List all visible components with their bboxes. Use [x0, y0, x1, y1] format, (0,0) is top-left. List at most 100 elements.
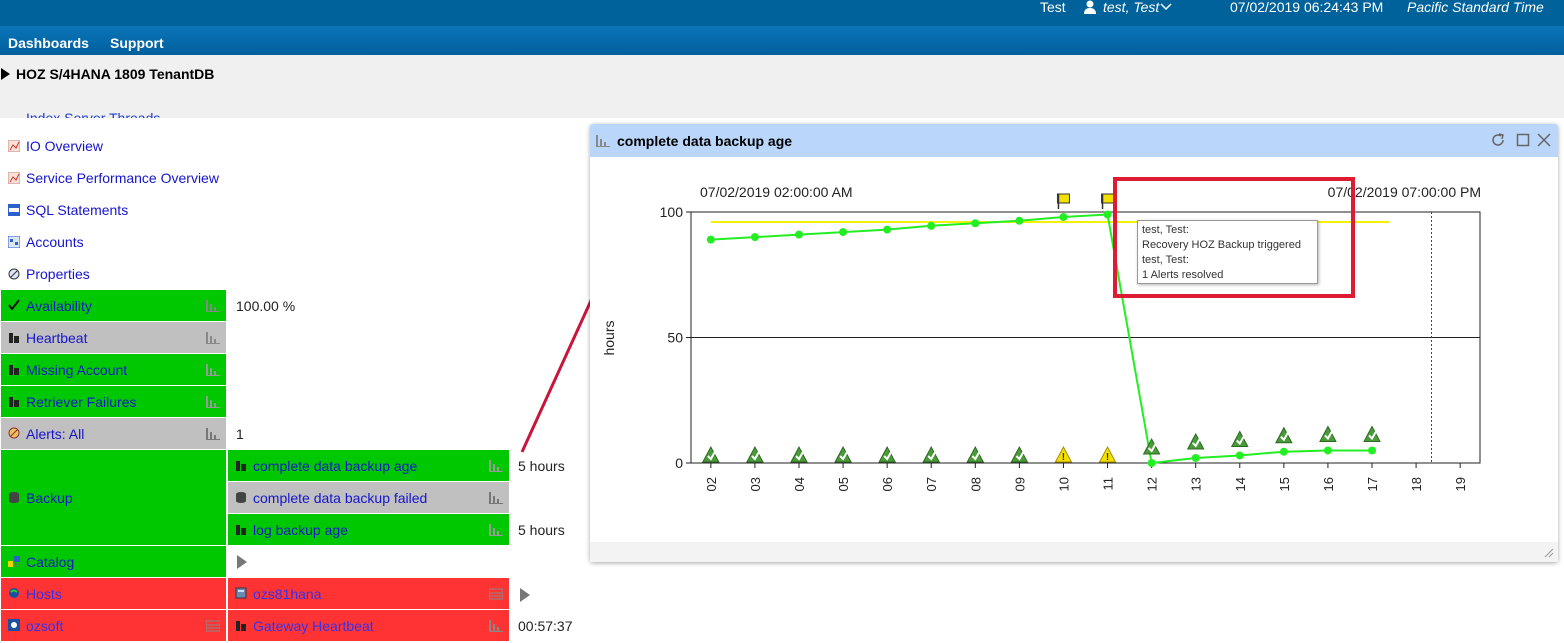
table-icon[interactable]	[206, 620, 220, 632]
x-tick-label: 18	[1409, 477, 1424, 491]
data-point	[971, 219, 980, 228]
x-tick-label: 04	[792, 477, 807, 491]
bar-chart-icon[interactable]	[206, 332, 220, 344]
play-icon[interactable]	[237, 555, 247, 569]
missing-account-cell[interactable]: Missing Account	[1, 354, 226, 385]
cut-off-item[interactable]: Index Server Threads	[26, 108, 160, 118]
x-tick-label: 09	[1012, 477, 1027, 491]
panel-footer	[590, 542, 1558, 562]
refresh-icon[interactable]	[1490, 132, 1506, 148]
missing-account-label: Missing Account	[26, 362, 128, 378]
host-ozs81hana-label: ozs81hana	[253, 586, 322, 602]
table-icon[interactable]	[489, 588, 503, 600]
x-tick-label: 15	[1277, 477, 1292, 491]
close-icon[interactable]	[1536, 132, 1552, 148]
backup-failed-cell[interactable]: complete data backup failed	[228, 482, 509, 513]
bar-chart-icon[interactable]	[206, 396, 220, 408]
annotation-flag-icon	[1101, 193, 1115, 204]
bar-chart-icon[interactable]	[206, 300, 220, 312]
top-bar: Test test, Test 07/02/2019 06:24:43 PM P…	[0, 0, 1564, 26]
y-tick-label: 50	[667, 330, 683, 346]
building-icon	[9, 397, 19, 407]
sql-icon	[8, 204, 20, 216]
link-properties[interactable]: Properties	[26, 266, 90, 282]
log-backup-age-cell[interactable]: log backup age	[228, 514, 509, 545]
gateway-heartbeat-cell[interactable]: Gateway Heartbeat	[228, 610, 509, 641]
retriever-failures-cell[interactable]: Retriever Failures	[1, 386, 226, 417]
nav-bar: Dashboards Support	[0, 26, 1564, 55]
ozsoft-label: ozsoft	[26, 618, 64, 634]
data-point	[839, 228, 848, 237]
x-tick-label: 11	[1101, 477, 1116, 491]
bar-chart-icon[interactable]	[206, 364, 220, 376]
host-ozs81hana-cell[interactable]: ozs81hana	[228, 578, 509, 609]
y-axis-label: hours	[601, 320, 617, 355]
properties-icon	[8, 268, 20, 280]
data-point	[1103, 210, 1112, 219]
globe-icon	[9, 588, 19, 598]
chevron-down-icon[interactable]	[1160, 3, 1172, 11]
x-tick-label: 13	[1189, 477, 1204, 491]
chart-start-time: 07/02/2019 02:00:00 AM	[700, 184, 853, 200]
data-point	[1368, 446, 1377, 455]
backup-age-cell[interactable]: complete data backup age	[228, 450, 509, 481]
x-tick-label: 06	[880, 477, 895, 491]
x-tick-label: 02	[704, 477, 719, 491]
checkmark-icon	[8, 299, 20, 311]
availability-value: 100.00 %	[236, 298, 296, 314]
database-icon	[9, 492, 19, 503]
data-point	[706, 235, 715, 244]
link-sql-statements[interactable]: SQL Statements	[26, 202, 128, 218]
heartbeat-label: Heartbeat	[26, 330, 88, 346]
gateway-heartbeat-label: Gateway Heartbeat	[253, 618, 374, 634]
data-point	[750, 233, 759, 242]
alerts-cell[interactable]: Alerts: All	[1, 418, 226, 449]
x-tick-label: 17	[1365, 477, 1380, 491]
nav-support[interactable]: Support	[110, 35, 164, 51]
bar-chart-icon[interactable]	[489, 524, 503, 536]
backup-age-chart: 07/02/2019 02:00:00 AM 07/02/2019 07:00:…	[601, 184, 1481, 491]
x-tick-label: 08	[968, 477, 983, 491]
bar-chart-icon[interactable]	[489, 460, 503, 472]
x-tick-label: 19	[1453, 477, 1468, 491]
nav-dashboards[interactable]: Dashboards	[8, 35, 89, 51]
availability-cell[interactable]: Availability	[1, 290, 226, 321]
catalog-cell[interactable]: Catalog	[1, 546, 226, 577]
log-backup-age-value: 5 hours	[518, 522, 565, 538]
data-point	[1235, 451, 1244, 460]
data-point	[1323, 446, 1332, 455]
bar-chart-icon[interactable]	[489, 492, 503, 504]
x-tick-label: 12	[1145, 477, 1160, 491]
x-tick-label: 16	[1321, 477, 1336, 491]
x-tick-label: 14	[1233, 477, 1248, 491]
data-point	[1059, 213, 1068, 222]
y-tick-label: 100	[660, 204, 684, 220]
user-icon	[1084, 0, 1096, 14]
bar-chart-icon[interactable]	[206, 428, 220, 440]
log-backup-age-label: log backup age	[253, 522, 348, 538]
retriever-failures-label: Retriever Failures	[26, 394, 137, 410]
ozsoft-cell[interactable]: ozsoft	[1, 610, 226, 641]
x-tick-label: 05	[836, 477, 851, 491]
x-tick-label: 07	[924, 477, 939, 491]
link-service-performance-overview[interactable]: Service Performance Overview	[26, 170, 219, 186]
link-accounts[interactable]: Accounts	[26, 234, 84, 250]
tooltip-line: 1 Alerts resolved	[1142, 269, 1224, 281]
maximize-icon[interactable]	[1516, 133, 1530, 147]
chart-icon	[8, 172, 20, 184]
hosts-cell[interactable]: Hosts	[1, 578, 226, 609]
heartbeat-cell[interactable]: Heartbeat	[1, 322, 226, 353]
page-title: HOZ S/4HANA 1809 TenantDB	[16, 66, 215, 82]
accounts-icon	[8, 236, 20, 248]
chart-icon	[8, 140, 20, 152]
building-icon	[9, 333, 19, 343]
play-icon[interactable]	[520, 588, 530, 602]
datetime: 07/02/2019 06:24:43 PM	[1230, 0, 1384, 15]
backup-cell[interactable]: Backup	[1, 450, 226, 545]
building-icon	[9, 365, 19, 375]
link-io-overview[interactable]: IO Overview	[26, 138, 103, 154]
expand-triangle-icon[interactable]	[1, 68, 10, 80]
user-menu[interactable]: test, Test	[1103, 0, 1159, 15]
bar-chart-icon[interactable]	[489, 620, 503, 632]
resize-handle-icon[interactable]	[1544, 548, 1554, 558]
